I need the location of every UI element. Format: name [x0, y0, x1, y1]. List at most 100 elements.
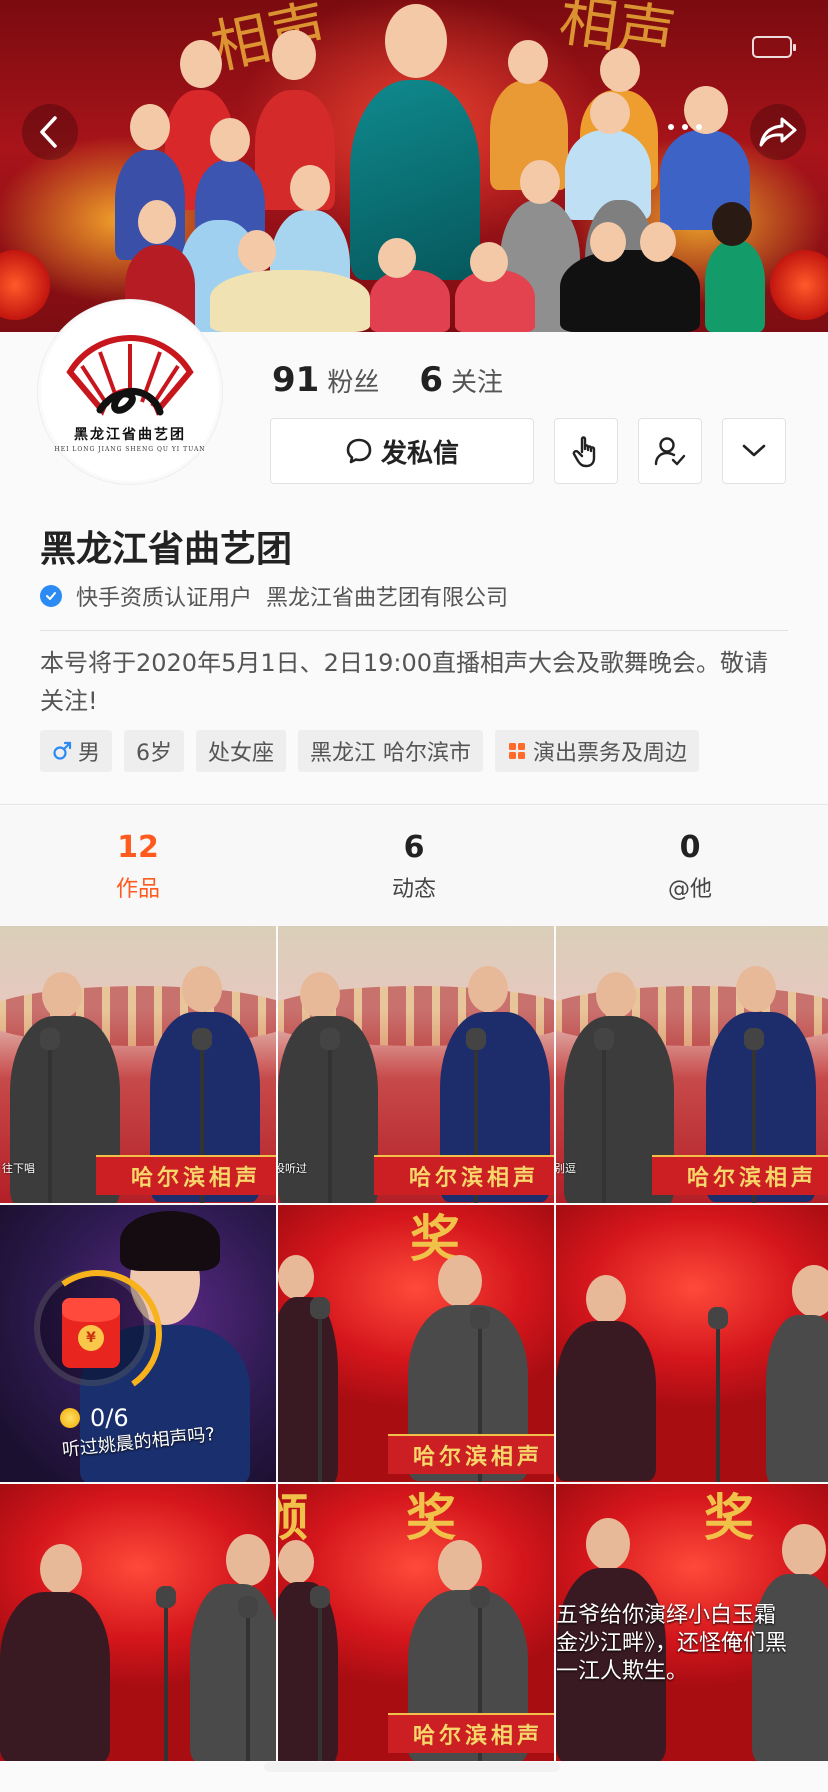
video-thumbnail[interactable]: 哈尔滨相声 往下唱	[0, 926, 276, 1203]
chevron-left-icon	[40, 116, 57, 148]
performer-figure	[470, 242, 508, 282]
performer-figure	[278, 1582, 338, 1761]
performer-figure	[586, 1275, 626, 1323]
performer-figure	[736, 966, 776, 1012]
performer-figure	[438, 1255, 482, 1307]
microphone	[708, 1307, 728, 1482]
send-message-button[interactable]: 发私信	[270, 418, 534, 484]
profile-tabs: 12 作品 6 动态 0 @他	[0, 806, 828, 926]
performer-figure	[272, 30, 316, 80]
back-button[interactable]	[22, 104, 78, 160]
performer-figure	[138, 200, 176, 244]
performer-figure	[278, 1540, 314, 1584]
redpacket-progress: 0/6	[60, 1404, 129, 1432]
redpacket-progress-text: 0/6	[90, 1404, 129, 1432]
stage-banner: 哈尔滨相声	[96, 1155, 276, 1195]
tab-label: 动态	[391, 876, 436, 902]
performer-figure	[300, 972, 340, 1018]
tag-label: 处女座	[208, 741, 275, 766]
user-check-icon	[654, 437, 686, 466]
video-subtitle: 没听过	[278, 1162, 307, 1175]
performer-figure	[370, 270, 450, 332]
performer-figure	[210, 270, 370, 332]
avatar-label: 黑龙江省曲艺团	[74, 426, 186, 443]
profile-banner: 相声 相声	[0, 0, 828, 332]
tab-works[interactable]: 12 作品	[0, 806, 276, 926]
microphone	[310, 1586, 330, 1761]
lantern-decoration	[770, 250, 828, 320]
performer-figure	[556, 1321, 656, 1481]
performer-figure	[600, 48, 640, 92]
tab-moments[interactable]: 6 动态	[276, 806, 552, 926]
performer-figure	[378, 238, 416, 278]
profile-bio: 本号将于2020年5月1日、2日19:00直播相声大会及歌舞晚会。敬请关注!	[40, 649, 769, 715]
verification-row: 快手资质认证用户 黑龙江省曲艺团有限公司	[40, 580, 508, 612]
fans-count[interactable]: 91	[272, 360, 319, 400]
tab-mentions[interactable]: 0 @他	[552, 806, 828, 926]
stage-banner: 哈尔滨相声	[374, 1155, 554, 1195]
stage-banner: 哈尔滨相声	[388, 1713, 554, 1753]
performer-figure	[590, 92, 630, 134]
avatar[interactable]: 黑龙江省曲艺团 HEI LONG JIANG SHENG QU YI TUAN	[38, 300, 222, 484]
performer-figure	[182, 966, 222, 1012]
following-label[interactable]: 关注	[451, 362, 503, 399]
poke-button[interactable]	[554, 418, 618, 484]
performer-figure	[586, 1518, 630, 1570]
video-thumbnail[interactable]	[556, 1205, 828, 1482]
redpacket-icon[interactable]: ¥	[62, 1298, 120, 1368]
video-thumbnail[interactable]: 哈尔滨相声 没听过	[278, 926, 554, 1203]
performer-figure	[238, 230, 276, 272]
more-options-button[interactable]	[668, 124, 702, 130]
tag-label: 6岁	[136, 741, 173, 766]
battery-icon	[752, 36, 796, 58]
tab-count: 6	[403, 829, 425, 865]
performer-figure	[766, 1315, 828, 1482]
home-indicator[interactable]	[264, 1762, 560, 1772]
fans-label[interactable]: 粉丝	[327, 362, 379, 399]
performer-figure	[782, 1524, 826, 1576]
follow-status-button[interactable]	[638, 418, 702, 484]
profile-stats: 91 粉丝 6 关注	[272, 360, 543, 400]
share-button[interactable]	[750, 104, 806, 160]
stage-banner: 哈尔滨相声	[388, 1434, 554, 1474]
performer-figure	[468, 966, 508, 1012]
performer-figure	[40, 1544, 82, 1594]
stage-banner: 哈尔滨相声	[652, 1155, 828, 1195]
tag-label: 演出票务及周边	[533, 741, 688, 766]
video-thumbnail[interactable]: 奖 五爷给你演绎小白玉霜 金沙江畔》，还怪俺们黑 一江人欺生。	[556, 1484, 828, 1761]
microphone	[40, 1028, 60, 1203]
tag-label: 黑龙江 哈尔滨市	[310, 741, 472, 766]
tag-age: 6岁	[124, 730, 185, 772]
microphone	[594, 1028, 614, 1203]
tag-label: 男	[78, 741, 101, 766]
microphone	[238, 1596, 258, 1761]
fan-logo-icon	[66, 334, 194, 416]
tag-shop[interactable]: 演出票务及周边	[495, 730, 700, 772]
profile-tags: 男 6岁 处女座 黑龙江 哈尔滨市 演出票务及周边	[40, 730, 711, 772]
video-caption: 五爷给你演绎小白玉霜 金沙江畔》，还怪俺们黑 一江人欺生。	[556, 1603, 788, 1684]
expand-button[interactable]	[722, 418, 786, 484]
microphone	[310, 1297, 330, 1482]
video-thumbnail[interactable]: 颁 奖 哈尔滨相声	[278, 1484, 554, 1761]
more-dots-icon	[668, 124, 702, 130]
hand-tap-icon	[572, 436, 596, 468]
video-thumbnail[interactable]: 奖 哈尔滨相声	[278, 1205, 554, 1482]
award-character: 奖	[406, 1488, 456, 1547]
tag-zodiac: 处女座	[196, 730, 287, 772]
performer-figure	[596, 972, 636, 1018]
video-thumbnail[interactable]: 哈尔滨相声 别逗	[556, 926, 828, 1203]
tab-count: 0	[679, 829, 701, 865]
performer-figure	[508, 40, 548, 84]
performer-figure	[640, 222, 676, 262]
video-subtitle: 别逗	[556, 1162, 576, 1175]
performer-figure	[278, 1297, 338, 1482]
performer-figure	[590, 222, 626, 262]
performer-figure	[190, 1584, 276, 1761]
verification-text: 快手资质认证用户 黑龙江省曲艺团有限公司	[76, 586, 508, 611]
performer-figure	[42, 972, 82, 1018]
section-divider	[0, 804, 828, 805]
following-count[interactable]: 6	[419, 360, 443, 400]
avatar-sublabel: HEI LONG JIANG SHENG QU YI TUAN	[54, 445, 206, 453]
video-thumbnail[interactable]	[0, 1484, 276, 1761]
performer-figure	[438, 1540, 482, 1592]
